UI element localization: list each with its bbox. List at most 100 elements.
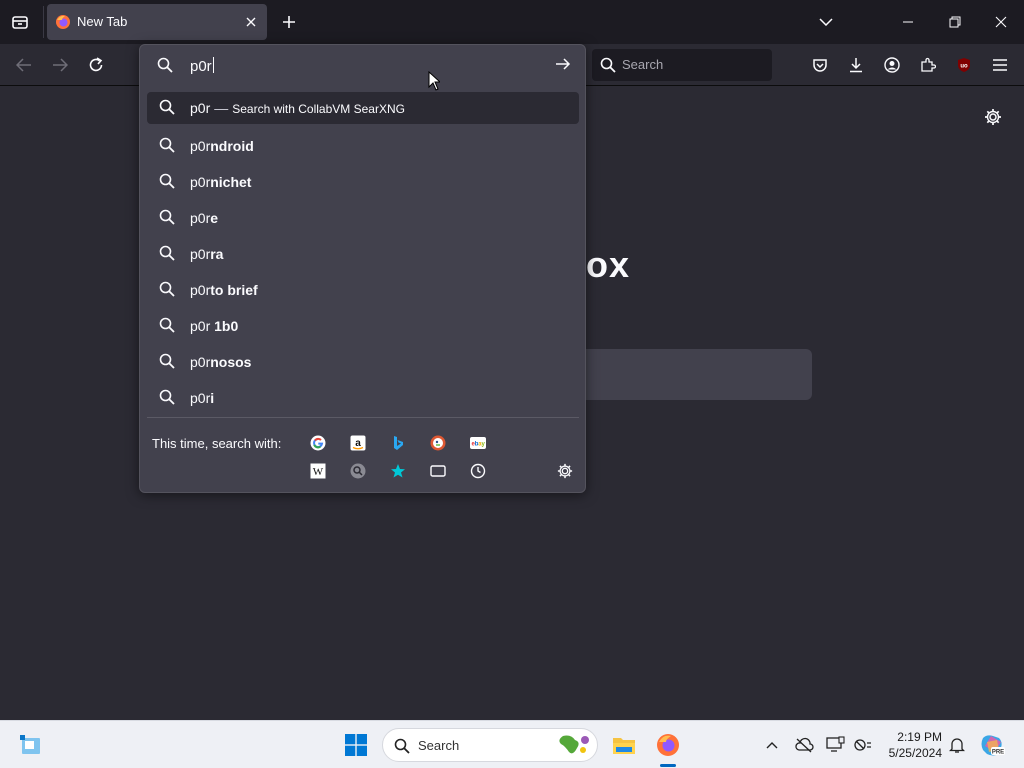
suggestion-action: Search with CollabVM SearXNG — [232, 102, 405, 116]
suggestion-row[interactable]: p0rnichet — [147, 164, 579, 200]
suggestion-typed: p0r — [190, 100, 211, 116]
newtab-search-box[interactable] — [560, 349, 812, 400]
back-arrow-icon[interactable] — [12, 53, 36, 77]
tab-separator — [43, 6, 44, 38]
bing-icon[interactable] — [388, 433, 408, 453]
amazon-icon[interactable]: a — [348, 433, 368, 453]
suggestion-typed: p0r — [190, 246, 211, 262]
firefox-taskbar-icon[interactable] — [655, 731, 681, 759]
search-bar[interactable]: Search — [592, 49, 772, 81]
search-settings-gear-icon[interactable] — [555, 461, 575, 481]
minimize-window-icon[interactable] — [896, 10, 920, 34]
wikipedia-icon[interactable]: W — [308, 461, 328, 481]
search-icon — [159, 137, 175, 153]
duckduckgo-icon[interactable] — [428, 433, 448, 453]
oneoff-search-label: This time, search with: — [152, 436, 282, 451]
notifications-bell-icon[interactable] — [946, 734, 968, 756]
show-hidden-icons-chevron-icon[interactable] — [762, 735, 782, 755]
suggestion-typed: p0r — [190, 390, 211, 406]
taskbar-search-box[interactable]: Search — [382, 728, 598, 762]
hamburger-menu-icon[interactable] — [988, 53, 1012, 77]
oneoff-divider — [147, 417, 579, 418]
ebay-icon[interactable]: ebay — [468, 433, 488, 453]
suggestion-typed: p0r — [190, 138, 211, 154]
close-tab-icon[interactable] — [243, 14, 259, 30]
urlbar-input[interactable]: p0r — [190, 57, 214, 75]
svg-text:a: a — [355, 438, 361, 449]
restore-window-icon[interactable] — [943, 10, 967, 34]
firefox-wordmark: ox — [586, 244, 631, 285]
tabs-icon[interactable] — [428, 461, 448, 481]
suggestion-list: p0r — Search with CollabVM SearXNG p0rndro… — [147, 92, 579, 416]
suggestion-row[interactable]: p0rndroid — [147, 128, 579, 164]
suggestion-completion: ra — [210, 246, 224, 262]
svg-text:uo: uo — [960, 64, 968, 70]
firefox-active-indicator — [660, 764, 676, 767]
search-icon — [159, 245, 175, 261]
urlbar-dropdown: p0r p0r — Search with CollabVM SearXNG p0r… — [139, 44, 586, 493]
extensions-puzzle-icon[interactable] — [916, 53, 940, 77]
suggestion-completion: i — [210, 390, 215, 406]
list-all-tabs-chevron-icon[interactable] — [816, 12, 836, 32]
account-icon[interactable] — [880, 53, 904, 77]
search-icon — [159, 389, 175, 405]
newtab-settings-gear-icon[interactable] — [982, 106, 1004, 128]
reload-icon[interactable] — [84, 53, 108, 77]
suggestion-dash: — — [214, 100, 229, 116]
suggestion-typed: p0r — [190, 318, 211, 334]
new-tab-plus-icon[interactable] — [279, 12, 299, 32]
search-icon — [159, 281, 175, 297]
ublock-origin-icon[interactable]: uo — [952, 53, 976, 77]
suggestion-typed: p0r — [190, 354, 211, 370]
widgets-icon[interactable] — [18, 732, 44, 758]
svg-text:W: W — [313, 466, 324, 478]
tab-new-tab[interactable]: New Tab — [47, 4, 267, 40]
search-highlight-africa-icon — [553, 732, 593, 758]
suggestion-row[interactable]: p0rnosos — [147, 344, 579, 380]
suggestion-completion: nosos — [210, 354, 252, 370]
pocket-icon[interactable] — [808, 53, 832, 77]
firefox-logo-icon — [55, 14, 71, 30]
downloads-icon[interactable] — [844, 53, 868, 77]
suggestion-typed: p0r — [190, 174, 211, 190]
tab-title: New Tab — [77, 14, 128, 29]
suggestion-row[interactable]: p0r 1b0 — [147, 308, 579, 344]
suggestion-completion: 1b0 — [210, 318, 239, 334]
close-window-icon[interactable] — [989, 10, 1013, 34]
history-clock-icon[interactable] — [468, 461, 488, 481]
mouse-cursor-icon — [428, 71, 440, 91]
google-icon[interactable] — [308, 433, 328, 453]
windows-start-icon[interactable] — [343, 732, 369, 758]
copilot-pre-icon[interactable]: PRE — [978, 731, 1006, 759]
search-bar-placeholder: Search — [622, 57, 664, 72]
suggestion-completion: ndroid — [210, 138, 254, 154]
search-icon — [157, 57, 173, 73]
file-explorer-icon[interactable] — [611, 732, 637, 758]
tab-bar: New Tab — [0, 0, 1024, 44]
suggestion-row[interactable]: p0re — [147, 200, 579, 236]
suggestion-row[interactable]: p0ri — [147, 380, 579, 416]
search-icon — [159, 209, 175, 225]
suggestion-row[interactable]: p0rra — [147, 236, 579, 272]
windows-taskbar: Search 2:19 PM 5/25/2024 PRE — [0, 720, 1024, 768]
firefox-view-icon[interactable] — [8, 11, 32, 33]
taskbar-clock[interactable]: 2:19 PM 5/25/2024 — [872, 729, 942, 761]
forward-arrow-icon[interactable] — [48, 53, 72, 77]
suggestion-row[interactable]: p0rto brief — [147, 272, 579, 308]
suggestion-completion: to brief — [210, 282, 258, 298]
suggestion-row-search[interactable]: p0r — Search with CollabVM SearXNG — [147, 92, 579, 124]
network-status-icon[interactable] — [852, 734, 874, 756]
display-settings-icon[interactable] — [825, 734, 847, 756]
svg-text:PRE: PRE — [992, 750, 1004, 756]
urlbar-input-row[interactable]: p0r — [140, 45, 585, 87]
onedrive-offline-icon[interactable] — [793, 734, 815, 756]
suggestion-completion: nichet — [210, 174, 252, 190]
clock-time: 2:19 PM — [897, 730, 942, 744]
search-icon — [394, 738, 410, 754]
suggestion-completion: e — [210, 210, 219, 226]
go-arrow-icon[interactable] — [555, 57, 571, 71]
searxng-icon[interactable] — [348, 461, 368, 481]
bookmarks-star-icon[interactable] — [388, 461, 408, 481]
search-icon — [159, 173, 175, 189]
search-icon — [159, 353, 175, 369]
